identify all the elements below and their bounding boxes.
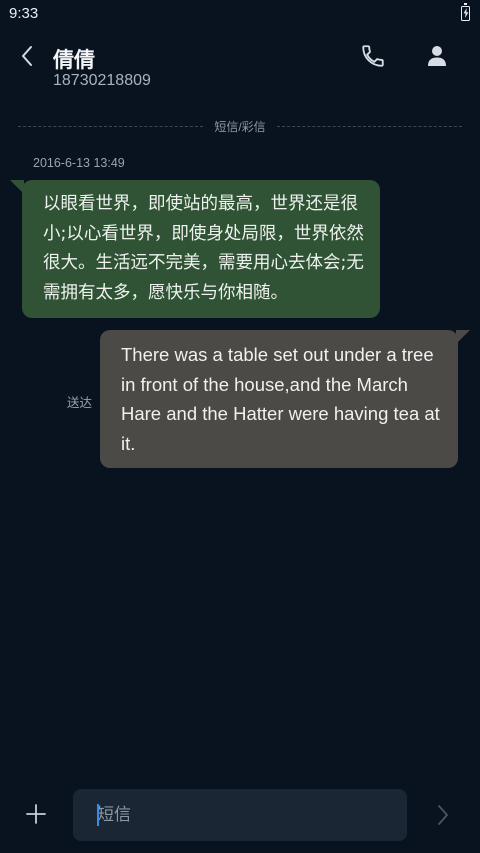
plus-icon <box>26 804 46 824</box>
incoming-message-text: 以眼看世界，即使站的最高，世界还是很小;以心看世界，即使身处局限，世界依然很大。… <box>43 194 364 303</box>
contact-number: 18730218809 <box>53 72 151 89</box>
status-time: 9:33 <box>9 5 39 22</box>
outgoing-message-text: There was a table set out under a tree i… <box>121 344 440 454</box>
person-icon <box>428 46 446 66</box>
sms-mms-divider: 短信/彩信 <box>18 118 462 134</box>
back-button[interactable] <box>14 42 40 70</box>
incoming-message-bubble[interactable]: 以眼看世界，即使站的最高，世界还是很小;以心看世界，即使身处局限，世界依然很大。… <box>10 180 380 318</box>
text-cursor <box>97 804 99 826</box>
call-button[interactable] <box>360 43 386 69</box>
battery-charging-icon <box>461 3 470 21</box>
chevron-left-icon <box>22 46 32 66</box>
send-button[interactable] <box>432 803 454 827</box>
messaging-screen: 9:33 倩倩 18730218809 短信/彩信 2016-6-13 13:4… <box>0 0 480 853</box>
status-bar: 9:33 <box>0 0 480 28</box>
conversation-header: 倩倩 18730218809 <box>0 30 480 100</box>
message-timestamp: 2016-6-13 13:49 <box>33 156 125 170</box>
message-input[interactable] <box>73 789 407 841</box>
divider-line-right <box>277 126 462 127</box>
outgoing-message-bubble[interactable]: There was a table set out under a tree i… <box>100 330 470 468</box>
contact-name: 倩倩 <box>53 49 95 72</box>
lightning-bolt-icon <box>463 8 468 18</box>
delivery-status: 送达 <box>67 396 93 410</box>
contact-details-button[interactable] <box>424 42 450 70</box>
phone-icon <box>362 45 384 67</box>
attach-button[interactable] <box>25 803 47 825</box>
chevron-right-icon <box>438 805 448 825</box>
